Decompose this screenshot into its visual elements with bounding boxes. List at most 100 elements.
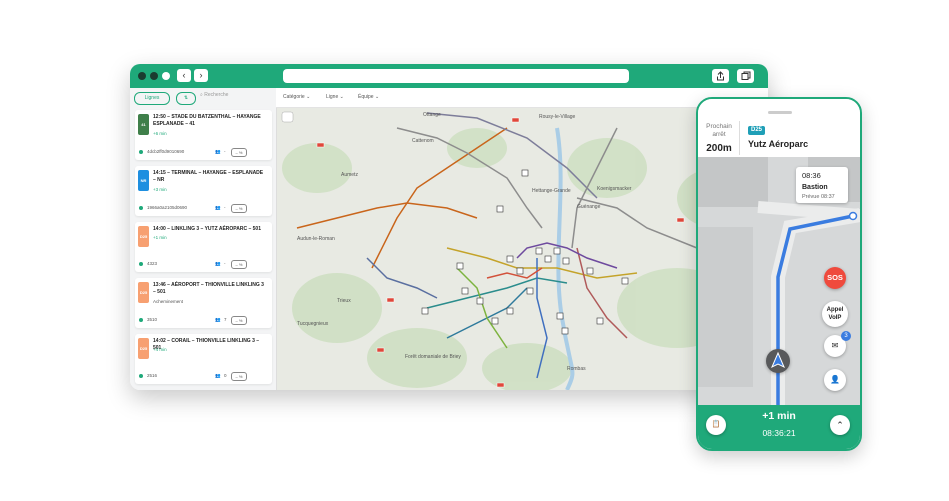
voip-label-2: VoIP — [828, 315, 842, 321]
map-place: Tucquegnieux — [297, 321, 329, 327]
trip-id: 4323 — [147, 261, 158, 266]
map-place: Ottange — [423, 112, 441, 118]
map-place: Trieux — [337, 298, 351, 304]
map-place: Rousy-le-Village — [539, 114, 576, 120]
passenger-count: - — [224, 205, 226, 210]
network-map[interactable]: Ottange Cattenom Aumetz Audun-le-Roman T… — [277, 108, 768, 390]
navigation-map[interactable]: 08:36 Bastion Prévue 08:37 SOS Appel VoI… — [698, 157, 860, 405]
passenger-count: 0 — [224, 373, 227, 378]
line-badge: NR — [138, 170, 149, 191]
passenger-count: - — [224, 149, 226, 154]
trip-card[interactable]: D25 14:00 – LINKLING 3 – YUTZ AÉROPARC –… — [135, 222, 272, 272]
filter-team[interactable]: Équipe ⌄ — [358, 94, 379, 100]
trip-card[interactable]: D25 14:02 – CORAIL – THIONVILLE LINKLING… — [135, 334, 272, 384]
add-user-icon: 👤 — [830, 375, 840, 384]
vehicle-position — [766, 349, 790, 373]
expand-button[interactable]: ⌃ — [830, 415, 850, 435]
window-dot-3[interactable] — [162, 72, 170, 80]
passenger-count: - — [224, 261, 226, 266]
voip-call-button[interactable]: Appel VoIP — [822, 301, 848, 327]
trip-id: 1966a0a2105d0690 — [147, 205, 188, 210]
trip-id: 2516 — [147, 373, 158, 378]
search-input[interactable]: ⌕ Recherche — [200, 92, 228, 98]
trip-card[interactable]: D25 13:46 – AÉROPORT – THIONVILLE LINKLI… — [135, 278, 272, 328]
trips-panel: Lignes ⇅ ⌕ Recherche 41 12:50 – STADE DU… — [130, 88, 277, 390]
status-dot — [139, 150, 143, 154]
messages-count-badge: 3 — [841, 331, 851, 341]
trip-delay: +1 min — [153, 235, 167, 240]
map-place: Forêt domaniale de Briey — [405, 354, 461, 360]
share-button[interactable] — [712, 69, 729, 83]
drag-handle[interactable] — [768, 111, 792, 114]
tabs-button[interactable] — [737, 69, 754, 83]
share-icon — [717, 71, 724, 81]
status-dot — [139, 318, 143, 322]
line-badge: 41 — [138, 114, 149, 135]
filter-bar: Catégorie ⌄ Ligne ⌄ Équipe ⌄ — [276, 88, 768, 108]
map-place: Cattenom — [412, 138, 434, 144]
trip-title: 14:00 – LINKLING 3 – YUTZ AÉROPARC – 501 — [153, 226, 261, 232]
filter-category[interactable]: Catégorie ⌄ — [283, 94, 310, 100]
tabs-icon — [741, 71, 751, 80]
trip-title: 13:46 – AÉROPORT – THIONVILLE LINKLING 3… — [153, 282, 264, 295]
trip-delay: +3 min — [153, 187, 167, 192]
navigation-arrow-icon — [771, 351, 785, 369]
trip-note: Acheminement — [153, 299, 184, 304]
map-place: Audun-le-Roman — [297, 236, 335, 242]
trip-delay: +4 min — [153, 347, 167, 352]
phone-status-bar: 📋 +1 min 08:36:21 ⌃ — [698, 405, 860, 449]
trip-title: 14:02 – CORAIL – THIONVILLE LINKLING 3 –… — [153, 338, 260, 351]
back-button[interactable]: ‹ — [177, 69, 191, 82]
map-place: Guénange — [577, 204, 601, 210]
occupancy-badge: – % — [231, 260, 247, 269]
clipboard-icon: 📋 — [711, 421, 721, 428]
trip-title: 14:15 – TERMINAL – HAYANGE – ESPLANADE –… — [153, 170, 264, 183]
filter-label: Équipe — [358, 94, 374, 100]
map-place: Koenigsmacker — [597, 186, 632, 192]
voip-label-1: Appel — [826, 307, 844, 313]
next-stop-label: Prochain arrêt — [702, 123, 736, 139]
next-stop-label-1: Prochain — [706, 123, 732, 130]
search-placeholder: Recherche — [204, 92, 229, 98]
status-dot — [139, 206, 143, 210]
passengers-icon: 👥 — [215, 317, 221, 322]
chevron-up-icon: ⌃ — [836, 420, 844, 430]
next-stop-label-2: arrêt — [712, 131, 726, 138]
filter-line[interactable]: Ligne ⌄ — [326, 94, 344, 100]
trip-title: 12:50 – STADE DU BATZENTHAL – HAYANGE ES… — [153, 114, 261, 127]
add-passenger-button[interactable]: 👤 — [824, 369, 846, 391]
mail-icon: ✉ — [831, 341, 839, 350]
status-dot — [139, 374, 143, 378]
occupancy-badge: – % — [231, 148, 247, 157]
trip-id: 4dcb2ff0d9010690 — [147, 149, 185, 154]
passenger-count: 7 — [224, 317, 227, 322]
line-badge: D25 — [748, 126, 766, 135]
next-stop-distance: 200m — [706, 143, 732, 154]
chevron-down-icon: ⌄ — [306, 94, 311, 100]
url-bar[interactable] — [283, 69, 629, 83]
trip-footer: 1966a0a2105d0690 👥 - – % — [139, 204, 269, 213]
map-canvas[interactable] — [277, 108, 768, 390]
phone-header: Prochain arrêt 200m D25 Yutz Aéroparc — [698, 99, 860, 157]
window-dot-2[interactable] — [150, 72, 158, 80]
driver-phone: Prochain arrêt 200m D25 Yutz Aéroparc 08… — [696, 97, 862, 451]
popup-stop: Bastion — [802, 184, 828, 191]
stop-popup[interactable]: 08:36 Bastion Prévue 08:37 — [796, 167, 848, 203]
trip-footer: 2516 👥 0 – % — [139, 372, 269, 381]
forward-button[interactable]: › — [194, 69, 208, 82]
trip-card[interactable]: NR 14:15 – TERMINAL – HAYANGE – ESPLANAD… — [135, 166, 272, 216]
desktop-window: ‹ › Lignes ⇅ ⌕ Recherche 41 12:50 – STAD… — [130, 64, 768, 390]
map-place: Hettange-Grande — [532, 188, 571, 194]
sort-button[interactable]: ⇅ — [176, 92, 196, 105]
tab-lines[interactable]: Lignes — [134, 92, 170, 105]
occupancy-badge: – % — [231, 372, 247, 381]
trip-id: 3510 — [147, 317, 158, 322]
popup-time: 08:36 — [802, 171, 821, 180]
passengers-icon: 👥 — [215, 149, 221, 154]
trip-card[interactable]: 41 12:50 – STADE DU BATZENTHAL – HAYANGE… — [135, 110, 272, 160]
chevron-down-icon: ⌄ — [339, 94, 344, 100]
window-dot-1[interactable] — [138, 72, 146, 80]
filter-label: Catégorie — [283, 94, 305, 100]
trip-footer: 3510 👥 7 – % — [139, 316, 269, 325]
sos-button[interactable]: SOS — [824, 267, 846, 289]
